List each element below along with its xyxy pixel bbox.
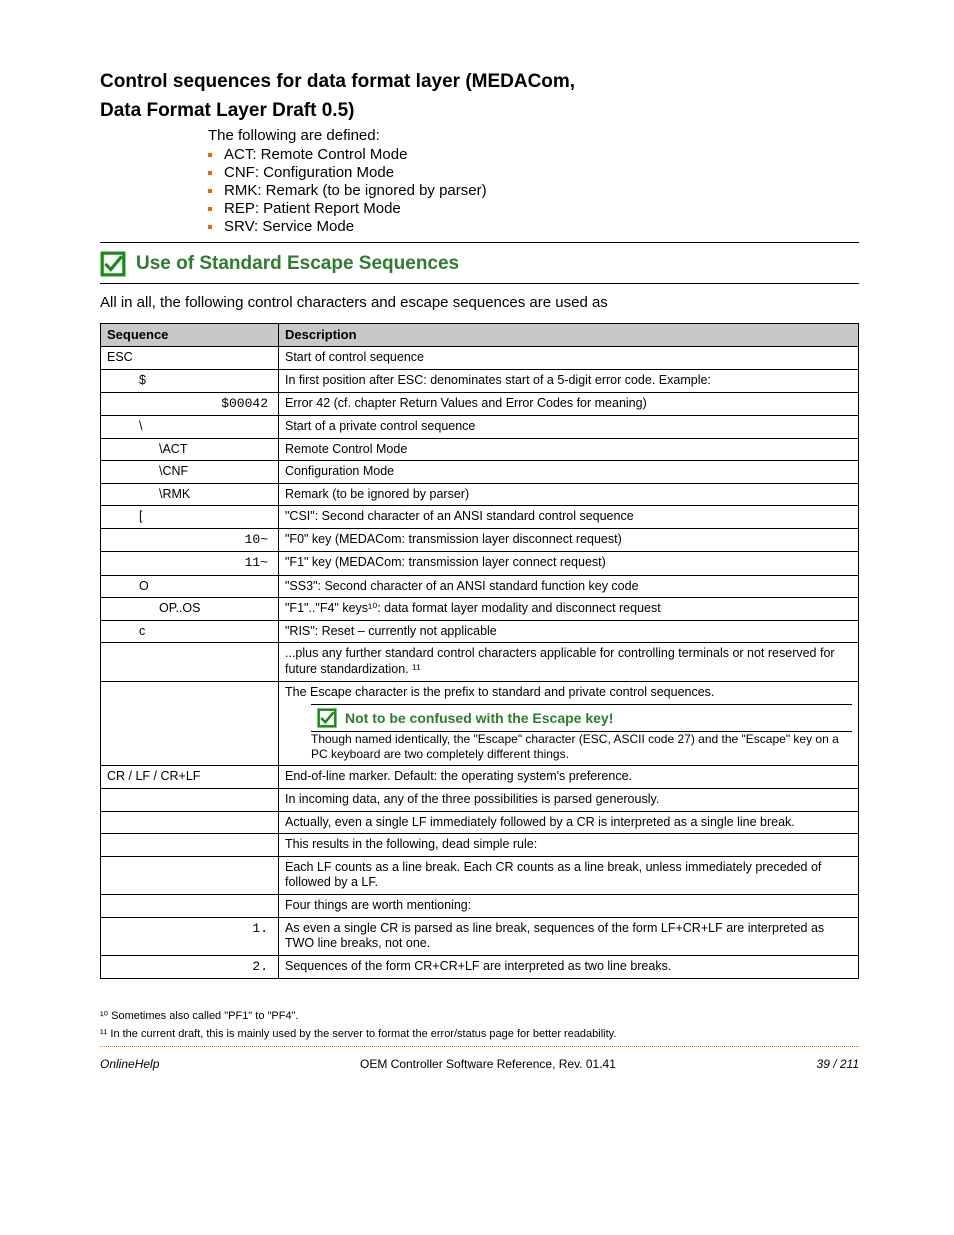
seq-cell: [101, 788, 279, 811]
table-row: OP..OS "F1".."F4" keys¹⁰: data format la…: [101, 598, 859, 621]
checkbox-icon: [100, 251, 126, 277]
desc-cell: ...plus any further standard control cha…: [279, 643, 859, 681]
seq-cell: ESC: [101, 347, 279, 370]
desc-cell: "F1" key (MEDACom: transmission layer co…: [279, 552, 859, 575]
desc-cell: Error 42 (cf. chapter Return Values and …: [279, 392, 859, 415]
seq-cell: OP..OS: [101, 598, 279, 621]
table-row: ...plus any further standard control cha…: [101, 643, 859, 681]
table-row: CR / LF / CR+LF End-of-line marker. Defa…: [101, 766, 859, 789]
bullet-item: REP: Patient Report Mode: [208, 200, 859, 218]
table-row: \ACT Remote Control Mode: [101, 438, 859, 461]
table-row: Each LF counts as a line break. Each CR …: [101, 856, 859, 894]
table-row: This results in the following, dead simp…: [101, 834, 859, 857]
table-row: $00042 Error 42 (cf. chapter Return Valu…: [101, 392, 859, 415]
bullet-list: ACT: Remote Control Mode CNF: Configurat…: [208, 146, 859, 236]
seq-cell: O: [101, 575, 279, 598]
seq-cell: [101, 856, 279, 894]
inner-note-heading: Not to be confused with the Escape key!: [311, 704, 852, 732]
inner-note-heading-text: Not to be confused with the Escape key!: [345, 710, 613, 728]
page-title-line2: Data Format Layer Draft 0.5): [100, 99, 859, 124]
section-heading: Use of Standard Escape Sequences: [136, 253, 459, 275]
desc-cell: "SS3": Second character of an ANSI stand…: [279, 575, 859, 598]
seq-cell: c: [101, 620, 279, 643]
seq-cell: [101, 895, 279, 918]
seq-cell: $00042: [101, 392, 279, 415]
seq-cell: [101, 811, 279, 834]
seq-cell: \: [101, 415, 279, 438]
desc-cell: As even a single CR is parsed as line br…: [279, 917, 859, 955]
seq-cell: 2.: [101, 955, 279, 978]
footer-right: 39 / 211: [817, 1057, 859, 1071]
seq-cell: [101, 643, 279, 681]
seq-cell: 10~: [101, 529, 279, 552]
inner-note-body: Though named identically, the "Escape" c…: [311, 732, 852, 762]
footer-left: OnlineHelp: [100, 1057, 159, 1071]
desc-cell: Remark (to be ignored by parser): [279, 483, 859, 506]
col-header-sequence: Sequence: [101, 324, 279, 347]
desc-cell: Four things are worth mentioning:: [279, 895, 859, 918]
table-header-row: Sequence Description: [101, 324, 859, 347]
desc-cell: "RIS": Reset – currently not applicable: [279, 620, 859, 643]
desc-cell: This results in the following, dead simp…: [279, 834, 859, 857]
checkbox-icon: [317, 708, 337, 728]
footnote-11: ¹¹ In the current draft, this is mainly …: [100, 1028, 859, 1040]
desc-cell: End-of-line marker. Default: the operati…: [279, 766, 859, 789]
table-row-note: The Escape character is the prefix to st…: [101, 681, 859, 766]
table-row: ESC Start of control sequence: [101, 347, 859, 370]
desc-cell: "F0" key (MEDACom: transmission layer di…: [279, 529, 859, 552]
bullet-item: ACT: Remote Control Mode: [208, 146, 859, 164]
seq-cell: $: [101, 370, 279, 393]
seq-cell: \CNF: [101, 461, 279, 484]
table-row: Actually, even a single LF immediately f…: [101, 811, 859, 834]
table-row: $ In first position after ESC: denominat…: [101, 370, 859, 393]
table-row: c "RIS": Reset – currently not applicabl…: [101, 620, 859, 643]
seq-cell: 1.: [101, 917, 279, 955]
note-preface: The Escape character is the prefix to st…: [285, 685, 714, 699]
seq-cell: \RMK: [101, 483, 279, 506]
seq-cell: [101, 834, 279, 857]
footnote-10: ¹⁰ Sometimes also called "PF1" to "PF4".: [100, 1009, 859, 1022]
desc-cell: In incoming data, any of the three possi…: [279, 788, 859, 811]
footer-center: OEM Controller Software Reference, Rev. …: [159, 1057, 816, 1071]
table-row: \ Start of a private control sequence: [101, 415, 859, 438]
desc-cell: "CSI": Second character of an ANSI stand…: [279, 506, 859, 529]
desc-cell: In first position after ESC: denominates…: [279, 370, 859, 393]
seq-cell: CR / LF / CR+LF: [101, 766, 279, 789]
desc-cell: "F1".."F4" keys¹⁰: data format layer mod…: [279, 598, 859, 621]
page-footer: OnlineHelp OEM Controller Software Refer…: [100, 1057, 859, 1071]
table-row: 10~ "F0" key (MEDACom: transmission laye…: [101, 529, 859, 552]
desc-cell: Start of a private control sequence: [279, 415, 859, 438]
desc-cell: Remote Control Mode: [279, 438, 859, 461]
dotted-divider: [100, 1046, 859, 1047]
section-intro: All in all, the following control charac…: [100, 294, 859, 313]
table-row: \RMK Remark (to be ignored by parser): [101, 483, 859, 506]
page-title-line1: Control sequences for data format layer …: [100, 70, 859, 95]
col-header-description: Description: [279, 324, 859, 347]
desc-cell: Start of control sequence: [279, 347, 859, 370]
table-row: Four things are worth mentioning:: [101, 895, 859, 918]
bullet-item: CNF: Configuration Mode: [208, 164, 859, 182]
desc-cell: Sequences of the form CR+CR+LF are inter…: [279, 955, 859, 978]
seq-cell: \ACT: [101, 438, 279, 461]
escape-sequence-table: Sequence Description ESC Start of contro…: [100, 323, 859, 979]
table-row: O "SS3": Second character of an ANSI sta…: [101, 575, 859, 598]
bullet-intro: The following are defined:: [208, 127, 859, 144]
desc-cell: Actually, even a single LF immediately f…: [279, 811, 859, 834]
bullet-item: RMK: Remark (to be ignored by parser): [208, 182, 859, 200]
table-row: \CNF Configuration Mode: [101, 461, 859, 484]
seq-cell-empty: [101, 681, 279, 766]
page-title-block: Control sequences for data format layer …: [100, 70, 859, 123]
desc-cell: Configuration Mode: [279, 461, 859, 484]
seq-cell: 11~: [101, 552, 279, 575]
table-row: 1. As even a single CR is parsed as line…: [101, 917, 859, 955]
table-row: [ "CSI": Second character of an ANSI sta…: [101, 506, 859, 529]
desc-cell-note: The Escape character is the prefix to st…: [279, 681, 859, 766]
seq-cell: [: [101, 506, 279, 529]
table-row: In incoming data, any of the three possi…: [101, 788, 859, 811]
section-heading-row: Use of Standard Escape Sequences: [100, 243, 859, 284]
table-row: 2. Sequences of the form CR+CR+LF are in…: [101, 955, 859, 978]
desc-cell: Each LF counts as a line break. Each CR …: [279, 856, 859, 894]
bullet-item: SRV: Service Mode: [208, 218, 859, 236]
table-row: 11~ "F1" key (MEDACom: transmission laye…: [101, 552, 859, 575]
